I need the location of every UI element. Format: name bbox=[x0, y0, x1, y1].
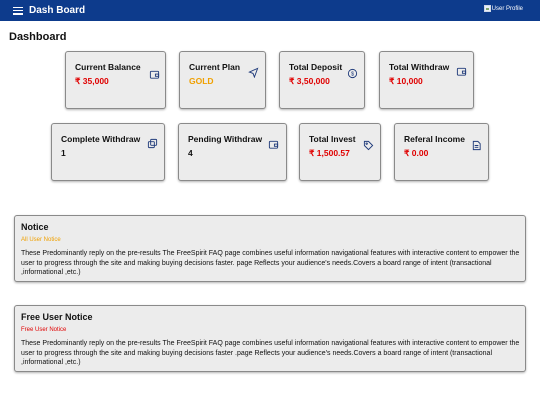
card-pending-withdraw[interactable]: Pending Withdraw 4 bbox=[178, 123, 287, 181]
svg-text:$: $ bbox=[351, 72, 354, 78]
card-value: ₹ 3,50,000 bbox=[289, 76, 330, 86]
user-profile-button[interactable]: User Profile bbox=[483, 5, 523, 12]
card-label: Complete Withdraw bbox=[61, 134, 141, 144]
card-current-plan[interactable]: Current Plan GOLD bbox=[179, 51, 266, 109]
card-label: Current Balance bbox=[75, 62, 141, 72]
hamburger-icon[interactable] bbox=[13, 6, 23, 15]
card-label: Current Plan bbox=[189, 62, 241, 72]
page-title: Dashboard bbox=[9, 31, 67, 43]
card-total-deposit[interactable]: Total Deposit ₹ 3,50,000 $ bbox=[279, 51, 365, 109]
free-user-notice-panel: Free User Notice Free User Notice These … bbox=[14, 305, 526, 372]
card-current-balance[interactable]: Current Balance ₹ 35,000 bbox=[65, 51, 166, 109]
notice-body: These Predominantly reply on the pre-res… bbox=[21, 340, 520, 366]
card-value: ₹ 35,000 bbox=[75, 76, 109, 86]
card-label: Total Invest bbox=[309, 134, 356, 144]
notice-panel: Notice All User Notice These Predominant… bbox=[14, 215, 526, 282]
send-icon bbox=[248, 67, 259, 78]
card-label: Total Deposit bbox=[289, 62, 343, 72]
notice-subtitle: All User Notice bbox=[21, 237, 61, 243]
card-referal-income[interactable]: Referal Income ₹ 0.00 bbox=[394, 123, 489, 181]
card-label: Pending Withdraw bbox=[188, 134, 263, 144]
card-value: GOLD bbox=[189, 76, 214, 86]
notice-subtitle: Free User Notice bbox=[21, 327, 67, 333]
notice-title: Free User Notice bbox=[21, 312, 93, 322]
card-value: 1 bbox=[61, 148, 66, 158]
card-label: Total Withdraw bbox=[389, 62, 450, 72]
top-navbar: Dash Board User Profile bbox=[0, 0, 540, 21]
user-profile-image-icon bbox=[483, 5, 491, 12]
card-total-invest[interactable]: Total Invest ₹ 1,500.57 bbox=[299, 123, 381, 181]
wallet-icon bbox=[456, 66, 467, 77]
document-icon bbox=[471, 140, 482, 151]
card-complete-withdraw[interactable]: Complete Withdraw 1 bbox=[51, 123, 165, 181]
card-value: ₹ 1,500.57 bbox=[309, 148, 350, 158]
card-total-withdraw[interactable]: Total Withdraw ₹ 10,000 bbox=[379, 51, 474, 109]
notice-body: These Predominantly reply on the pre-res… bbox=[21, 250, 520, 276]
card-value: ₹ 0.00 bbox=[404, 148, 429, 158]
card-value: ₹ 10,000 bbox=[389, 76, 423, 86]
dollar-circle-icon: $ bbox=[347, 68, 358, 79]
wallet-icon bbox=[268, 139, 279, 150]
tag-icon bbox=[363, 140, 374, 151]
copy-icon bbox=[147, 138, 158, 149]
notice-title: Notice bbox=[21, 222, 49, 232]
wallet-icon bbox=[149, 69, 160, 80]
card-value: 4 bbox=[188, 148, 193, 158]
user-profile-alt-text: User Profile bbox=[491, 5, 523, 12]
card-label: Referal Income bbox=[404, 134, 465, 144]
brand-title[interactable]: Dash Board bbox=[29, 5, 85, 16]
